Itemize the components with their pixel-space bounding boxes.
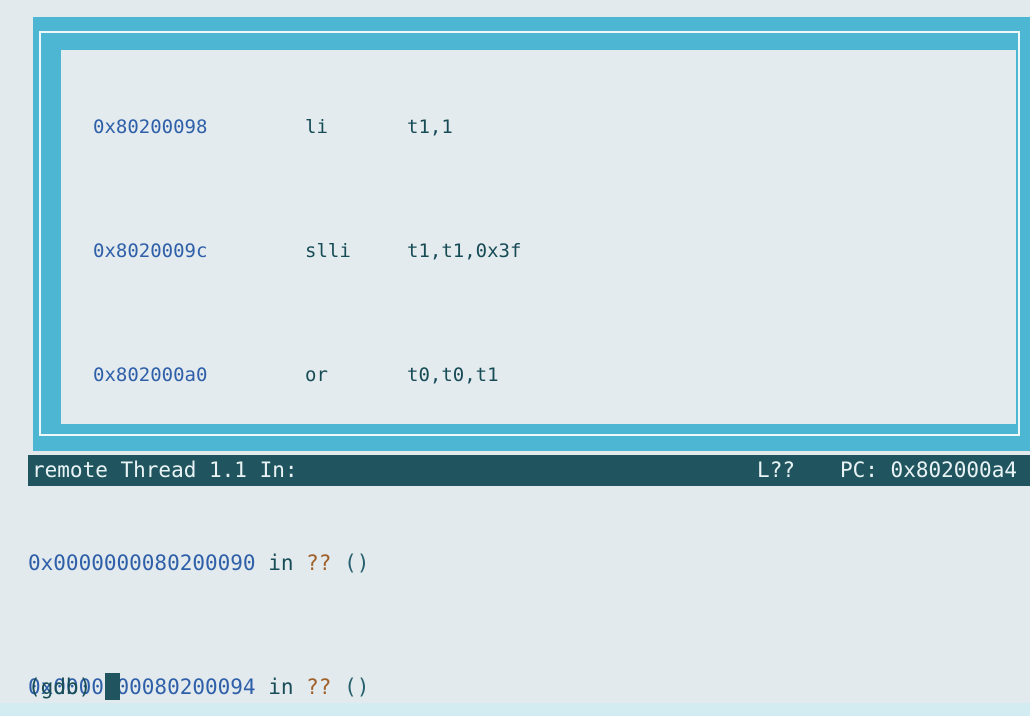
frame-parens: () bbox=[344, 675, 369, 699]
instruction-address: 0x802000a0 bbox=[93, 360, 305, 391]
instruction-operands: t0,t0,t1 bbox=[407, 364, 499, 386]
status-bar: remote Thread 1.1 In: L?? PC: 0x802000a4 bbox=[28, 455, 1030, 486]
bottom-cutoff-band bbox=[0, 703, 1030, 716]
frame-in-keyword: in bbox=[268, 675, 293, 699]
asm-row-text: 0x802000a0ort0,t0,t1 bbox=[93, 360, 499, 391]
instruction-address: 0x80200098 bbox=[93, 112, 305, 143]
instruction-address: 0x8020009c bbox=[93, 236, 305, 267]
assembly-listing: 0x80200098lit1,1 0x8020009csllit1,t1,0x3… bbox=[61, 50, 1016, 424]
instruction-mnemonic: or bbox=[305, 360, 407, 391]
instruction-operands: t1,1 bbox=[407, 116, 453, 138]
status-thread-info: remote Thread 1.1 In: bbox=[32, 455, 298, 486]
gdb-prompt-line[interactable]: (gdb) bbox=[28, 672, 120, 703]
asm-row-text: 0x80200098lit1,1 bbox=[93, 112, 453, 143]
frame-in-keyword: in bbox=[268, 551, 293, 575]
terminal-screen: 0x80200098lit1,1 0x8020009csllit1,t1,0x3… bbox=[0, 0, 1030, 716]
frame-address: 0x0000000080200090 bbox=[28, 551, 256, 575]
status-pc: PC: 0x802000a4 bbox=[840, 455, 1017, 486]
asm-row: 0x80200098lit1,1 bbox=[61, 112, 1016, 143]
gdb-prompt-label: (gdb) bbox=[28, 675, 91, 699]
instruction-mnemonic: slli bbox=[305, 236, 407, 267]
frame-unknown-function: ?? bbox=[306, 675, 331, 699]
assembly-panel: 0x80200098lit1,1 0x8020009csllit1,t1,0x3… bbox=[33, 17, 1030, 451]
status-line-indicator: L?? bbox=[757, 455, 795, 486]
console-output-line: 0x0000000080200090 in?? () bbox=[28, 548, 369, 579]
asm-row: 0x802000a0ort0,t0,t1 bbox=[61, 360, 1016, 391]
frame-parens: () bbox=[344, 551, 369, 575]
asm-row-text: 0x8020009csllit1,t1,0x3f bbox=[93, 236, 521, 267]
instruction-mnemonic: li bbox=[305, 112, 407, 143]
frame-unknown-function: ?? bbox=[306, 551, 331, 575]
asm-row: 0x8020009csllit1,t1,0x3f bbox=[61, 236, 1016, 267]
terminal-cursor bbox=[105, 673, 120, 700]
instruction-operands: t1,t1,0x3f bbox=[407, 240, 521, 262]
